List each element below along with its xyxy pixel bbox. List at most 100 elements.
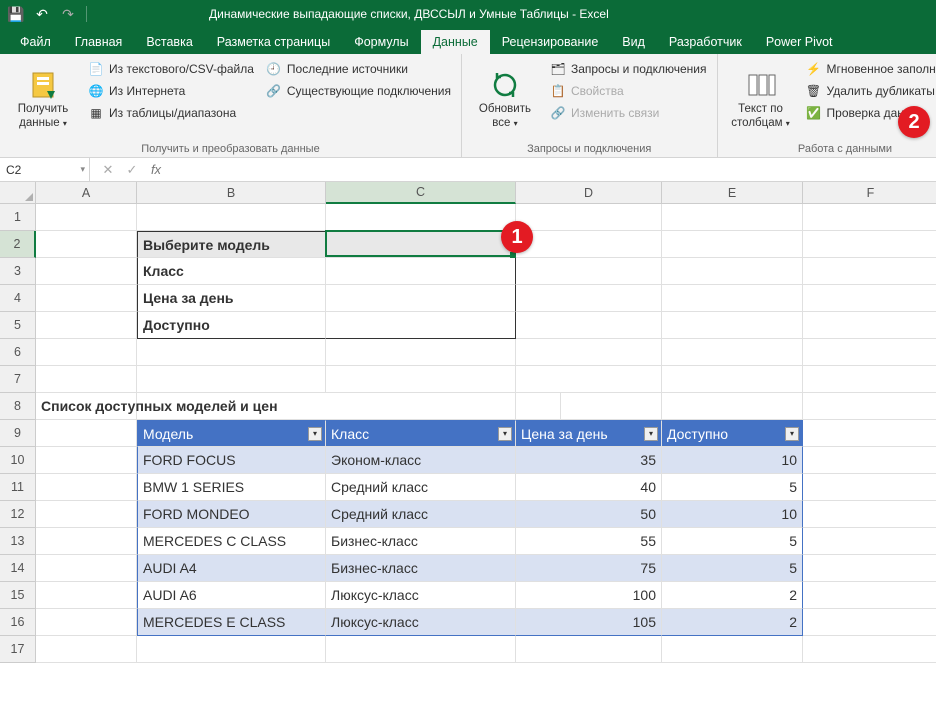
cell-C15[interactable]: Люксус-класс	[326, 582, 516, 609]
undo-icon[interactable]: ↶	[32, 4, 52, 24]
existing-conn-button[interactable]: 🔗Существующие подключения	[264, 82, 453, 100]
tab-главная[interactable]: Главная	[63, 30, 135, 54]
cell-D2[interactable]	[516, 231, 662, 258]
cell-E4[interactable]	[662, 285, 803, 312]
cell-C13[interactable]: Бизнес-класс	[326, 528, 516, 555]
row-header-10[interactable]: 10	[0, 447, 36, 474]
from-web-button[interactable]: 🌐Из Интернета	[86, 82, 256, 100]
cell-B6[interactable]	[137, 339, 326, 366]
filter-dropdown-icon[interactable]: ▾	[498, 427, 512, 441]
col-header-E[interactable]: E	[662, 182, 803, 204]
cell-C6[interactable]	[326, 339, 516, 366]
cell-B11[interactable]: BMW 1 SERIES	[137, 474, 326, 501]
cell-D6[interactable]	[516, 339, 662, 366]
row-header-7[interactable]: 7	[0, 366, 36, 393]
tab-формулы[interactable]: Формулы	[342, 30, 420, 54]
cell-B4[interactable]: Цена за день	[137, 285, 326, 312]
cell-F15[interactable]	[803, 582, 936, 609]
cell-C10[interactable]: Эконом-класс	[326, 447, 516, 474]
row-header-14[interactable]: 14	[0, 555, 36, 582]
cell-C9[interactable]: Класс▾	[326, 420, 516, 447]
cell-E14[interactable]: 5	[662, 555, 803, 582]
cell-F9[interactable]	[803, 420, 936, 447]
cell-F5[interactable]	[803, 312, 936, 339]
cell-A6[interactable]	[36, 339, 137, 366]
cell-C17[interactable]	[326, 636, 516, 663]
cell-F4[interactable]	[803, 285, 936, 312]
col-header-B[interactable]: B	[137, 182, 326, 204]
cell-E9[interactable]: Доступно▾	[662, 420, 803, 447]
cell-A3[interactable]	[36, 258, 137, 285]
cell-D9[interactable]: Цена за день▾	[516, 420, 662, 447]
cell-C16[interactable]: Люксус-класс	[326, 609, 516, 636]
cell-C11[interactable]: Средний класс	[326, 474, 516, 501]
cell-E11[interactable]: 5	[662, 474, 803, 501]
cell-E17[interactable]	[662, 636, 803, 663]
name-box[interactable]: C2	[0, 158, 90, 181]
cell-D16[interactable]: 105	[516, 609, 662, 636]
row-header-2[interactable]: 2	[0, 231, 36, 258]
cell-D3[interactable]	[516, 258, 662, 285]
remove-duplicates-button[interactable]: 🗑Удалить дубликаты	[804, 82, 936, 100]
row-header-12[interactable]: 12	[0, 501, 36, 528]
cell-E6[interactable]	[662, 339, 803, 366]
cell-D11[interactable]: 40	[516, 474, 662, 501]
cell-F14[interactable]	[803, 555, 936, 582]
cell-B15[interactable]: AUDI A6	[137, 582, 326, 609]
tab-разработчик[interactable]: Разработчик	[657, 30, 754, 54]
cell-B9[interactable]: Модель▾	[137, 420, 326, 447]
row-header-15[interactable]: 15	[0, 582, 36, 609]
cell-E10[interactable]: 10	[662, 447, 803, 474]
cell-F1[interactable]	[803, 204, 936, 231]
cell-F6[interactable]	[803, 339, 936, 366]
flash-fill-button[interactable]: ⚡Мгновенное заполнение	[804, 60, 936, 78]
cell-F13[interactable]	[803, 528, 936, 555]
queries-conn-button[interactable]: 🗂Запросы и подключения	[548, 60, 709, 78]
cell-D10[interactable]: 35	[516, 447, 662, 474]
cell-F2[interactable]	[803, 231, 936, 258]
cell-C14[interactable]: Бизнес-класс	[326, 555, 516, 582]
cell-E8[interactable]	[662, 393, 803, 420]
get-data-button[interactable]: Получитьданные ▾	[8, 58, 78, 141]
cell-A15[interactable]	[36, 582, 137, 609]
cell-E16[interactable]: 2	[662, 609, 803, 636]
cell-C3[interactable]	[326, 258, 516, 285]
cell-B5[interactable]: Доступно	[137, 312, 326, 339]
save-icon[interactable]: 💾	[6, 4, 26, 24]
cell-A5[interactable]	[36, 312, 137, 339]
cell-A14[interactable]	[36, 555, 137, 582]
cell-D7[interactable]	[516, 366, 662, 393]
cell-A16[interactable]	[36, 609, 137, 636]
cell-C5[interactable]	[326, 312, 516, 339]
tab-разметка-страницы[interactable]: Разметка страницы	[205, 30, 342, 54]
cell-F16[interactable]	[803, 609, 936, 636]
cell-B10[interactable]: FORD FOCUS	[137, 447, 326, 474]
cell-F10[interactable]	[803, 447, 936, 474]
cell-A9[interactable]	[36, 420, 137, 447]
cell-B7[interactable]	[137, 366, 326, 393]
row-header-5[interactable]: 5	[0, 312, 36, 339]
row-header-4[interactable]: 4	[0, 285, 36, 312]
cell-E5[interactable]	[662, 312, 803, 339]
cell-A7[interactable]	[36, 366, 137, 393]
col-header-C[interactable]: C	[326, 182, 516, 204]
filter-dropdown-icon[interactable]: ▾	[644, 427, 658, 441]
cell-E1[interactable]	[662, 204, 803, 231]
col-header-D[interactable]: D	[516, 182, 662, 204]
cell-B14[interactable]: AUDI A4	[137, 555, 326, 582]
select-all-corner[interactable]	[0, 182, 36, 204]
row-header-9[interactable]: 9	[0, 420, 36, 447]
row-header-16[interactable]: 16	[0, 609, 36, 636]
cell-F12[interactable]	[803, 501, 936, 528]
cell-D14[interactable]: 75	[516, 555, 662, 582]
row-header-11[interactable]: 11	[0, 474, 36, 501]
cell-A11[interactable]	[36, 474, 137, 501]
row-header-8[interactable]: 8	[0, 393, 36, 420]
cell-D13[interactable]: 55	[516, 528, 662, 555]
cell-B17[interactable]	[137, 636, 326, 663]
cell-B1[interactable]	[137, 204, 326, 231]
cell-E2[interactable]	[662, 231, 803, 258]
cell-D12[interactable]: 50	[516, 501, 662, 528]
cell-E15[interactable]: 2	[662, 582, 803, 609]
text-to-columns-button[interactable]: Текст постолбцам ▾	[726, 58, 796, 141]
